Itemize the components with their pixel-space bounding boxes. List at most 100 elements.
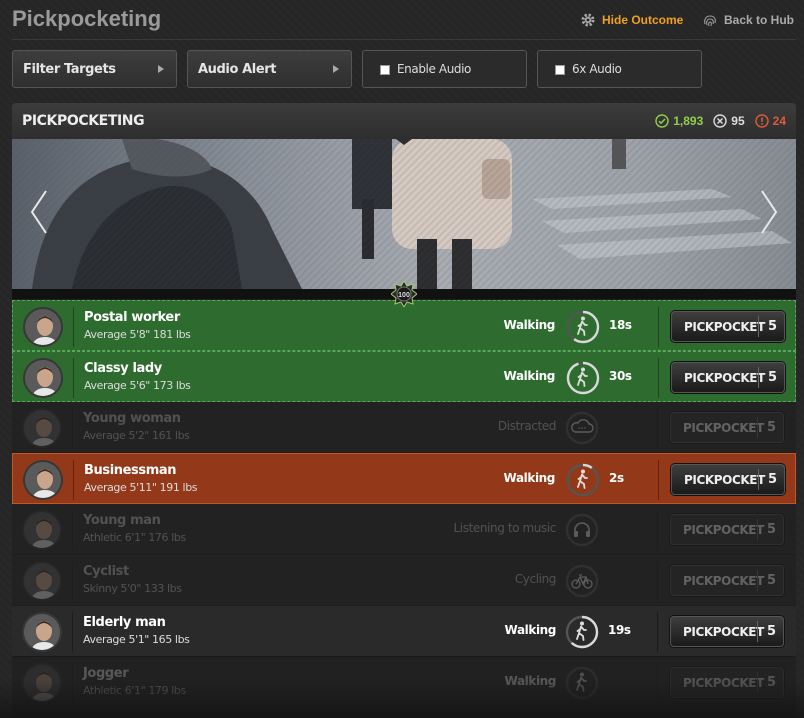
target-name: Classy lady (84, 361, 162, 376)
target-row: Postal worker Average 5'8" 181 lbs Walking… (12, 300, 796, 351)
divider (72, 663, 73, 703)
pickpocketing-panel: PICKPOCKETING 1,893 95 24 100 Postal wor… (12, 103, 796, 718)
target-status: Walking (504, 674, 557, 688)
target-description: Athletic 6'1" 176 lbs (83, 531, 186, 544)
headphones-icon (565, 513, 599, 547)
stats-bar: 1,893 95 24 (645, 114, 786, 128)
target-status: Listening to music (453, 521, 557, 535)
target-row: Young man Athletic 6'1" 176 lbs Listening … (12, 504, 796, 555)
audio-alert-label: Audio Alert (198, 62, 277, 77)
next-target-arrow[interactable] (754, 187, 784, 237)
divider (657, 510, 658, 550)
timer-label: 2s (609, 471, 624, 485)
checkbox-box[interactable] (555, 65, 565, 75)
pickpocket-button[interactable]: PICKPOCKET 5 (670, 616, 784, 647)
x-circle-icon (713, 114, 727, 128)
pickpocket-label: PICKPOCKET (683, 574, 764, 588)
button-divider (758, 367, 759, 388)
gear-icon (581, 13, 595, 27)
target-name: Elderly man (83, 615, 166, 630)
walking-icon (566, 463, 600, 497)
divider (657, 612, 658, 652)
target-name: Cyclist (83, 564, 129, 579)
prev-target-arrow[interactable] (24, 187, 54, 237)
pickpocket-button[interactable]: PICKPOCKET 5 (670, 565, 784, 596)
street-scene-image (12, 139, 796, 289)
success-stat: 1,893 (655, 114, 703, 128)
target-status: Walking (504, 623, 557, 637)
triangle-right-icon (158, 65, 164, 73)
target-name: Jogger (83, 666, 129, 681)
pickpocket-label: PICKPOCKET (684, 320, 765, 334)
pickpocket-label: PICKPOCKET (683, 421, 764, 435)
target-status: Walking (503, 318, 556, 332)
divider (72, 510, 73, 550)
pickpocket-button[interactable]: PICKPOCKET 5 (671, 464, 785, 495)
page-title: Pickpocketing (12, 6, 162, 31)
pickpocket-label: PICKPOCKET (684, 371, 765, 385)
target-avatar (23, 358, 63, 398)
back-to-hub-button[interactable]: Back to Hub (702, 12, 794, 28)
pickpocket-button[interactable]: PICKPOCKET 5 (670, 412, 784, 443)
target-avatar (22, 408, 62, 448)
person-portrait (25, 360, 61, 396)
target-avatar (22, 510, 62, 550)
page-header: Pickpocketing Hide Outcome Back to Hub (12, 0, 796, 40)
divider (657, 561, 658, 601)
person-portrait (24, 614, 60, 650)
pickpocket-button[interactable]: PICKPOCKET 5 (671, 362, 785, 393)
cloud-icon (565, 411, 599, 445)
walking-icon (565, 666, 599, 700)
target-description: Skinny 5'0" 133 lbs (83, 582, 182, 595)
filter-targets-label: Filter Targets (23, 62, 116, 77)
target-description: Average 5'2" 161 lbs (83, 429, 190, 442)
pickpocket-button[interactable]: PICKPOCKET 5 (670, 667, 784, 698)
checkbox-box[interactable] (380, 65, 390, 75)
target-name: Businessman (84, 463, 177, 478)
pickpocket-label: PICKPOCKET (683, 676, 764, 690)
header-caret (396, 139, 412, 145)
pickpocket-button[interactable]: PICKPOCKET 5 (670, 514, 784, 545)
score-badge: 100 (391, 281, 417, 307)
target-name: Postal worker (84, 310, 180, 325)
divider (72, 561, 73, 601)
panel-title: PICKPOCKETING (22, 113, 145, 129)
button-divider (757, 570, 758, 591)
divider (72, 612, 73, 652)
person-portrait (24, 563, 60, 599)
enable-audio-label: Enable Audio (397, 62, 471, 76)
button-divider (758, 469, 759, 490)
person-portrait (25, 309, 61, 345)
nerve-cost: 5 (767, 624, 776, 639)
target-status: Walking (503, 471, 556, 485)
chevron-right-icon (761, 190, 778, 234)
walking-icon (565, 615, 599, 649)
target-description: Average 5'1" 165 lbs (83, 633, 190, 646)
hide-outcome-button[interactable]: Hide Outcome (580, 12, 683, 28)
target-name: Young woman (83, 411, 181, 426)
audio-alert-dropdown[interactable]: Audio Alert (187, 50, 352, 88)
button-divider (757, 672, 758, 693)
button-divider (757, 417, 758, 438)
six-x-audio-checkbox[interactable]: 6x Audio (537, 50, 702, 88)
target-status: Distracted (497, 419, 557, 433)
nerve-cost: 5 (767, 420, 776, 435)
enable-audio-checkbox[interactable]: Enable Audio (362, 50, 527, 88)
hide-outcome-label: Hide Outcome (602, 13, 684, 27)
target-row: Jogger Athletic 6'1" 179 lbs Walking PICKPO… (12, 657, 796, 708)
chevron-left-icon (30, 190, 47, 234)
target-description: Average 5'11" 191 lbs (84, 481, 198, 494)
street-scene-illustration (12, 139, 796, 289)
pickpocket-button[interactable]: PICKPOCKET 5 (671, 311, 785, 342)
person-portrait (24, 512, 60, 548)
check-circle-icon (655, 114, 669, 128)
panel-header: PICKPOCKETING 1,893 95 24 (12, 103, 796, 139)
divider (658, 307, 659, 347)
filter-targets-dropdown[interactable]: Filter Targets (12, 50, 177, 88)
walking-icon (566, 310, 600, 344)
nerve-cost: 5 (768, 319, 777, 334)
timer-label: 18s (609, 318, 632, 332)
button-divider (758, 316, 759, 337)
button-divider (757, 519, 758, 540)
target-description: Average 5'6" 173 lbs (84, 379, 191, 392)
